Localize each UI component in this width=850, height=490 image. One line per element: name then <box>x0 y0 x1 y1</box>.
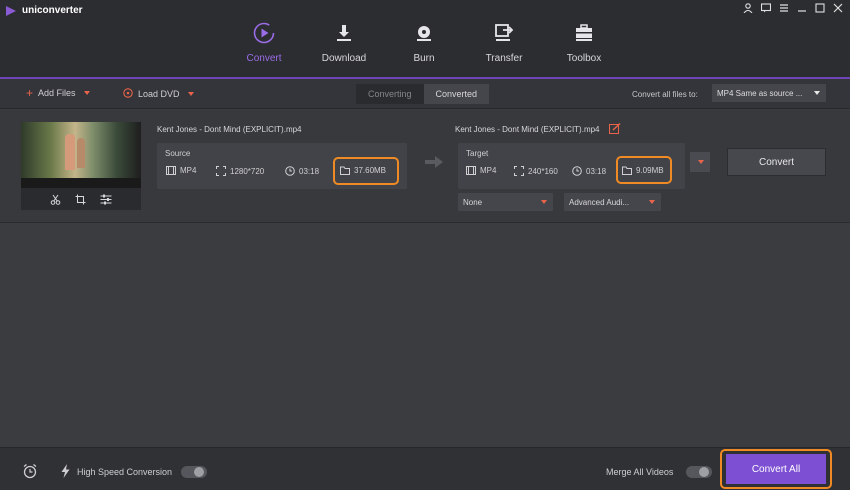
subtitle-select[interactable]: None <box>458 193 553 211</box>
target-size-highlight <box>616 156 672 184</box>
crop-icon[interactable] <box>75 194 86 207</box>
nav-burn[interactable]: Burn <box>384 20 464 79</box>
source-duration: 03:18 <box>285 166 319 176</box>
toggle-knob <box>194 467 204 477</box>
target-format-value: MP4 <box>480 166 497 175</box>
source-title: Source <box>165 149 191 158</box>
video-file-icon <box>166 166 176 175</box>
source-format: MP4 <box>166 166 196 175</box>
source-resolution: 1280*720 <box>216 166 264 176</box>
maximize-icon[interactable] <box>814 2 826 14</box>
app-logo: uniconverter <box>6 5 83 16</box>
video-thumbnail-panel <box>21 122 141 210</box>
plus-icon: + <box>26 85 34 100</box>
nav-convert-label: Convert <box>246 53 282 64</box>
target-title: Target <box>466 149 489 158</box>
lightning-icon <box>61 464 70 480</box>
toolbar: + Add Files Load DVD Converting Converte… <box>0 79 850 109</box>
audio-value: Advanced Audi... <box>569 197 630 207</box>
burn-icon <box>415 22 433 44</box>
logo-icon <box>6 5 16 16</box>
source-duration-value: 03:18 <box>299 166 320 176</box>
trim-icon[interactable] <box>50 194 61 207</box>
app-title: uniconverter <box>22 5 83 16</box>
convert-all-format-value: MP4 Same as source ... <box>717 88 803 98</box>
close-icon[interactable] <box>832 2 844 14</box>
nav-transfer-label: Transfer <box>485 53 523 64</box>
target-resolution: 240*160 <box>514 166 558 176</box>
message-icon[interactable] <box>760 2 772 14</box>
target-duration-value: 03:18 <box>586 166 607 176</box>
transfer-icon <box>494 22 514 44</box>
load-dvd-label: Load DVD <box>138 89 180 99</box>
video-thumbnail[interactable] <box>21 122 141 188</box>
nav-download-label: Download <box>321 53 367 64</box>
nav-transfer[interactable]: Transfer <box>464 20 544 79</box>
window-controls <box>742 2 844 14</box>
chevron-down-icon <box>649 200 655 204</box>
resolution-icon <box>514 166 524 176</box>
audio-select[interactable]: Advanced Audi... <box>564 193 661 211</box>
source-size-highlight <box>333 157 399 185</box>
chevron-down-icon <box>541 200 547 204</box>
tab-converted[interactable]: Converted <box>423 84 490 104</box>
user-icon[interactable] <box>742 2 754 14</box>
title-bar: uniconverter Convert Download Burn Trans… <box>0 0 850 79</box>
thumbnail-figure <box>65 134 75 170</box>
merge-all-videos-toggle[interactable] <box>686 466 712 478</box>
dvd-icon <box>123 88 133 100</box>
main-nav: Convert Download Burn Transfer Toolbox <box>224 20 624 79</box>
convert-all-format-select[interactable]: MP4 Same as source ... <box>712 84 826 102</box>
convert-button[interactable]: Convert <box>727 148 826 176</box>
file-list-empty-area <box>0 224 850 447</box>
toggle-knob <box>699 467 709 477</box>
alarm-clock-icon[interactable] <box>22 463 38 481</box>
add-files-label: Add Files <box>38 88 76 98</box>
bottom-bar: High Speed Conversion Merge All Videos C… <box>0 447 850 490</box>
source-file-name: Kent Jones - Dont Mind (EXPLICIT).mp4 <box>157 125 302 134</box>
thumbnail-tools <box>21 192 141 208</box>
video-file-icon <box>466 166 476 175</box>
subtitle-value: None <box>463 197 483 207</box>
nav-toolbox-label: Toolbox <box>566 53 602 64</box>
download-icon <box>335 22 353 44</box>
effects-icon[interactable] <box>100 194 112 207</box>
chevron-down-icon[interactable] <box>187 92 194 96</box>
nav-toolbox[interactable]: Toolbox <box>544 20 624 79</box>
chevron-down-icon <box>698 160 704 164</box>
toolbox-icon <box>574 22 594 44</box>
load-dvd-button[interactable]: Load DVD <box>123 88 194 100</box>
chevron-down-icon[interactable] <box>83 91 90 95</box>
high-speed-conversion-label: High Speed Conversion <box>77 467 173 477</box>
nav-convert[interactable]: Convert <box>224 20 304 79</box>
convert-all-highlight <box>720 449 832 489</box>
edit-icon[interactable] <box>609 122 621 136</box>
target-resolution-value: 240*160 <box>528 166 558 176</box>
add-files-button[interactable]: + Add Files <box>26 85 90 100</box>
target-format: MP4 <box>466 166 496 175</box>
chevron-down-icon <box>814 91 820 95</box>
source-resolution-value: 1280*720 <box>230 166 265 176</box>
clock-icon <box>285 166 295 176</box>
arrow-right-icon <box>425 156 443 170</box>
target-file-name: Kent Jones - Dont Mind (EXPLICIT).mp4 <box>455 125 600 134</box>
convert-all-to-label: Convert all files to: <box>632 90 698 99</box>
thumbnail-letterbox <box>21 178 141 188</box>
resolution-icon <box>216 166 226 176</box>
clock-icon <box>572 166 582 176</box>
target-duration: 03:18 <box>572 166 606 176</box>
convert-icon <box>253 22 275 44</box>
nav-burn-label: Burn <box>413 53 435 64</box>
status-tabs: Converting Converted <box>356 84 490 104</box>
merge-all-videos-label: Merge All Videos <box>606 467 674 477</box>
tab-converting[interactable]: Converting <box>356 84 424 104</box>
target-format-dropdown[interactable] <box>690 152 710 172</box>
minimize-icon[interactable] <box>796 2 808 14</box>
nav-download[interactable]: Download <box>304 20 384 79</box>
menu-icon[interactable] <box>778 2 790 14</box>
high-speed-conversion-toggle[interactable] <box>181 466 207 478</box>
thumbnail-figure <box>77 138 85 168</box>
source-format-value: MP4 <box>180 166 197 175</box>
